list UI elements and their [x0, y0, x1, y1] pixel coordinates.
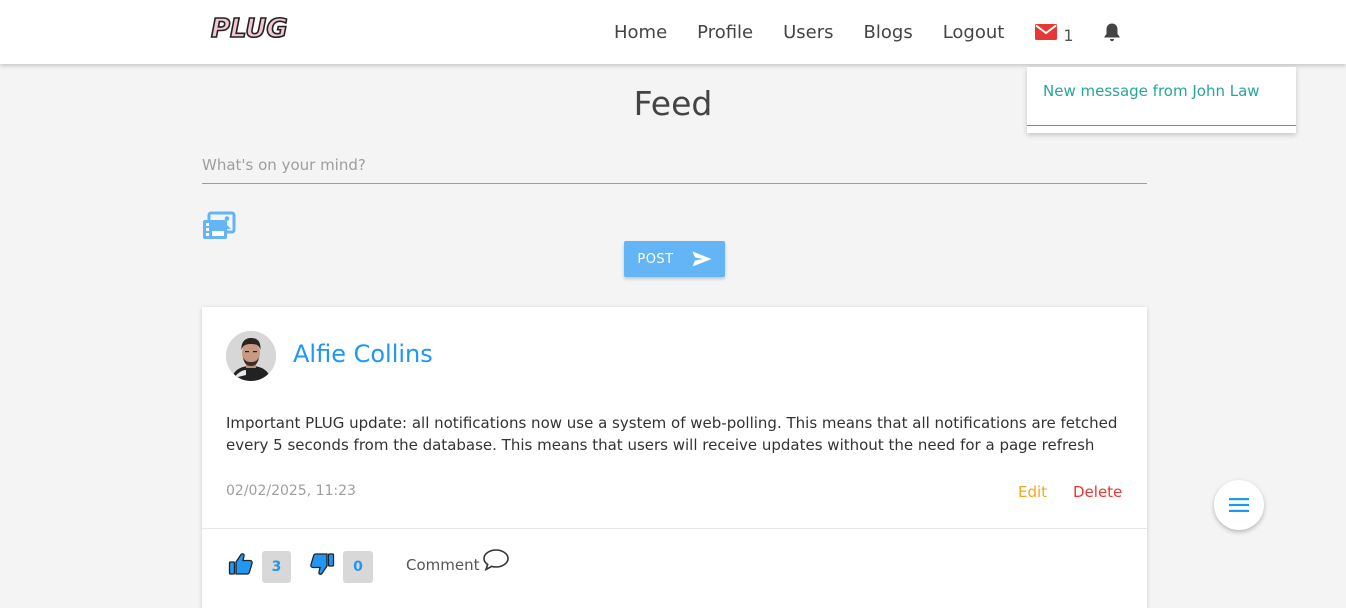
notifications-dropdown: New message from John Law — [1027, 67, 1296, 133]
dislike-button[interactable] — [309, 551, 335, 581]
notification-item[interactable]: New message from John Law — [1027, 67, 1296, 126]
menu-icon — [1229, 498, 1249, 512]
post-body: Important PLUG update: all notifications… — [226, 414, 1118, 454]
nav-home[interactable]: Home — [599, 22, 682, 43]
bell-icon — [1104, 23, 1120, 42]
edit-post-button[interactable]: Edit — [1018, 483, 1047, 501]
mail-icon — [1035, 24, 1058, 40]
navbar: PLUG Home Profile Users Blogs Logout 1 — [0, 0, 1346, 64]
brand-logo[interactable]: PLUG — [210, 13, 288, 45]
menu-fab[interactable] — [1214, 480, 1264, 530]
send-icon — [692, 251, 712, 267]
thumbs-up-icon — [228, 553, 253, 575]
like-button[interactable] — [228, 551, 254, 581]
nav-profile[interactable]: Profile — [682, 22, 768, 43]
image-upload-button[interactable] — [202, 211, 236, 241]
comment-bubble-icon — [482, 549, 509, 572]
post-timestamp: 02/02/2025, 11:23 — [226, 483, 356, 499]
post-button-label: POST — [637, 251, 674, 267]
nav-users[interactable]: Users — [768, 22, 848, 43]
nav-logout[interactable]: Logout — [928, 22, 1020, 43]
comment-button[interactable]: Comment — [406, 548, 510, 574]
post-card: Alfie Collins Important PLUG update: all… — [202, 307, 1147, 608]
nav-blogs[interactable]: Blogs — [849, 22, 928, 43]
image-upload-icon — [203, 211, 236, 239]
post-input[interactable] — [202, 146, 1147, 184]
thumbs-down-icon — [310, 553, 335, 575]
delete-post-button[interactable]: Delete — [1073, 483, 1122, 501]
divider — [202, 528, 1147, 529]
nav-notifications[interactable] — [1089, 22, 1135, 42]
comment-label: Comment — [406, 556, 480, 574]
post-button[interactable]: POST — [624, 241, 725, 277]
nav-links: Home Profile Users Blogs Logout 1 — [599, 0, 1135, 64]
post-author-link[interactable]: Alfie Collins — [293, 340, 433, 368]
dislike-count: 0 — [343, 551, 373, 583]
nav-messages[interactable]: 1 — [1019, 20, 1088, 45]
avatar[interactable] — [226, 331, 276, 381]
message-count-badge: 1 — [1063, 25, 1074, 45]
like-count: 3 — [262, 551, 291, 583]
avatar-image — [226, 331, 276, 381]
